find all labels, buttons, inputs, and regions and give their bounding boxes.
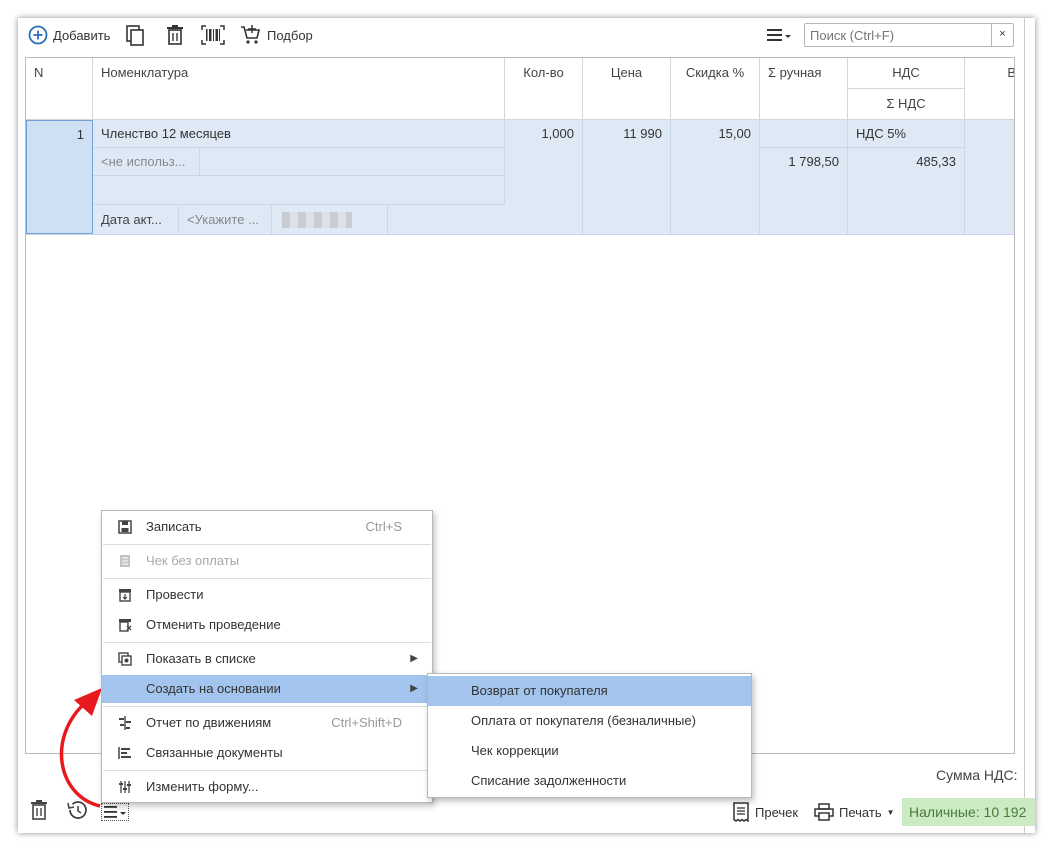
menu-item-check-no-payment: Чек без оплаты	[102, 547, 432, 575]
col-header-vat[interactable]: НДС	[848, 58, 965, 89]
menu-separator	[103, 770, 431, 771]
menu-item-related-documents-label: Связанные документы	[146, 745, 283, 760]
cell-nomenclature[interactable]: Членство 12 месяцев	[93, 120, 505, 148]
selection-button[interactable]: Подбор	[240, 25, 313, 45]
cell-qty[interactable]: 1,000	[505, 120, 583, 234]
menu-item-movement-report[interactable]: Отчет по движениям Ctrl+Shift+D	[102, 709, 432, 737]
barcode-button[interactable]	[201, 25, 225, 45]
menu-item-change-form-label: Изменить форму...	[146, 779, 259, 794]
settings-sliders-icon	[119, 781, 131, 793]
cell-specify[interactable]: <Укажите ...	[179, 206, 272, 234]
menu-item-create-based-on-label: Создать на основании	[146, 681, 281, 696]
col-header-vat-sum[interactable]: Σ НДС	[848, 89, 965, 120]
cell-blurred-value[interactable]	[272, 206, 388, 234]
menu-item-unpost-label: Отменить проведение	[146, 617, 281, 632]
side-panel-edge	[1024, 18, 1035, 833]
receipt-icon	[733, 802, 749, 822]
cell-manual-sum-top[interactable]	[760, 120, 848, 148]
col-header-price[interactable]: Цена	[583, 58, 671, 120]
submenu-item-customer-payment-cashless[interactable]: Оплата от покупателя (безналичные)	[428, 706, 751, 736]
menu-item-save[interactable]: Записать Ctrl+S	[102, 513, 432, 541]
submenu-arrow-icon: ▶	[410, 683, 418, 694]
cell-activation-date[interactable]: Дата акт...	[93, 206, 179, 234]
menu-item-unpost[interactable]: Отменить проведение	[102, 611, 432, 639]
delete-button[interactable]	[166, 25, 184, 45]
show-in-list-icon	[118, 652, 132, 666]
col-header-nomenclature[interactable]: Номенклатура	[93, 58, 505, 120]
movement-report-icon	[119, 716, 131, 730]
more-actions-button[interactable]	[766, 27, 792, 43]
col-header-manual-sum[interactable]: Σ ручная	[760, 58, 848, 120]
cash-payment-button[interactable]: Наличные: 10 192	[902, 798, 1035, 826]
menu-item-movement-report-shortcut: Ctrl+Shift+D	[331, 715, 402, 730]
copy-icon	[126, 25, 144, 46]
menu-item-show-in-list[interactable]: Показать в списке ▶	[102, 645, 432, 673]
cell-manual-sum[interactable]: 1 798,50	[760, 148, 848, 234]
selection-button-label: Подбор	[267, 27, 313, 43]
col-header-qty[interactable]: Кол-во	[505, 58, 583, 120]
col-header-discount[interactable]: Скидка %	[671, 58, 760, 120]
plus-circle-icon	[28, 25, 48, 45]
row-number[interactable]: 1	[26, 120, 93, 234]
form-actions-menu: Записать Ctrl+S Чек без оплаты Провести …	[101, 510, 433, 803]
menu-item-create-based-on[interactable]: Создать на основании ▶	[102, 675, 432, 703]
menu-item-related-documents[interactable]: Связанные документы	[102, 739, 432, 767]
cell-discount[interactable]: 15,00	[671, 120, 760, 234]
cell-vat-rate[interactable]: НДС 5%	[848, 120, 965, 148]
col-header-more[interactable]: В	[965, 58, 1014, 120]
printer-icon	[814, 803, 834, 821]
col-header-n[interactable]: N	[26, 58, 93, 120]
related-documents-icon	[118, 747, 131, 759]
menu-separator	[103, 642, 431, 643]
search-field[interactable]: ×	[804, 23, 1014, 47]
submenu-item-correction-check[interactable]: Чек коррекции	[428, 736, 751, 766]
chevron-down-icon: ▼	[886, 807, 895, 817]
save-icon	[118, 520, 132, 534]
cell-vat-sum[interactable]: 485,33	[848, 148, 965, 234]
cell-price[interactable]: 11 990	[583, 120, 671, 234]
menu-item-show-in-list-label: Показать в списке	[146, 651, 256, 666]
trash-icon	[167, 25, 183, 45]
table-row[interactable]: 1 Членство 12 месяцев <не использ... Дат…	[26, 120, 1014, 235]
cell-characteristic-extra[interactable]	[200, 148, 505, 176]
submenu-arrow-icon: ▶	[410, 653, 418, 664]
unpost-document-icon	[119, 619, 132, 632]
menu-separator	[103, 706, 431, 707]
create-based-on-submenu: Возврат от покупателя Оплата от покупате…	[427, 673, 752, 798]
menu-item-movement-report-label: Отчет по движениям	[146, 715, 272, 730]
cart-add-icon	[241, 25, 261, 44]
precheck-button[interactable]: Пречек	[732, 802, 798, 822]
menu-item-post[interactable]: Провести	[102, 581, 432, 609]
menu-item-check-no-payment-label: Чек без оплаты	[146, 553, 240, 568]
cell-characteristic[interactable]: <не использ...	[93, 148, 200, 176]
post-document-icon	[119, 589, 131, 602]
hamburger-dropdown-icon	[767, 29, 791, 41]
receipt-icon	[120, 555, 130, 567]
menu-separator	[103, 544, 431, 545]
search-input[interactable]	[805, 24, 990, 46]
menu-item-change-form[interactable]: Изменить форму...	[102, 773, 432, 801]
print-label: Печать	[839, 804, 882, 820]
clear-search-button[interactable]: ×	[991, 24, 1013, 46]
menu-item-post-label: Провести	[146, 587, 204, 602]
add-button[interactable]: Добавить	[28, 25, 110, 45]
cell-empty-line[interactable]	[93, 177, 505, 205]
menu-separator	[103, 578, 431, 579]
add-button-label: Добавить	[53, 27, 111, 43]
precheck-label: Пречек	[755, 804, 799, 820]
submenu-item-debt-write-off[interactable]: Списание задолженности	[428, 766, 751, 796]
print-button[interactable]: Печать ▼	[814, 803, 895, 821]
vat-total-label: Сумма НДС:	[936, 767, 1018, 783]
submenu-item-customer-return[interactable]: Возврат от покупателя	[428, 676, 751, 706]
document-form: Добавить Подбор Поиск (Ctrl+F) × N Номен…	[18, 18, 1035, 833]
copy-button[interactable]	[126, 25, 146, 46]
barcode-icon	[201, 25, 225, 45]
menu-item-save-shortcut: Ctrl+S	[365, 519, 402, 534]
blurred-redaction	[282, 212, 352, 228]
menu-item-save-label: Записать	[146, 519, 202, 534]
